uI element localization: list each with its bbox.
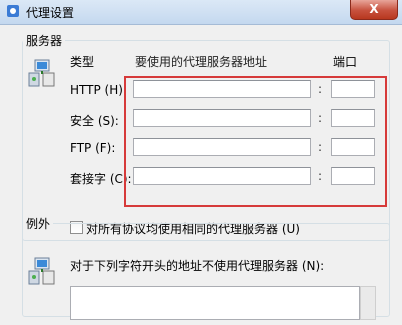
exceptions-textarea[interactable] <box>70 286 360 320</box>
socks-label: 套接字 (C): <box>70 172 132 186</box>
ftp-label: FTP (F): <box>70 141 116 155</box>
type-header: 类型 <box>70 55 95 69</box>
title-bar: 代理设置 X <box>0 0 402 25</box>
exceptions-legend: 例外 <box>26 217 51 231</box>
exceptions-scrollbar[interactable] <box>360 286 376 320</box>
highlight-box <box>124 76 387 207</box>
close-button[interactable]: X <box>350 0 398 20</box>
secure-label: 安全 (S): <box>70 114 119 128</box>
address-header: 要使用的代理服务器地址 <box>135 55 268 69</box>
window-title: 代理设置 <box>26 6 75 20</box>
settings-icon <box>7 5 19 17</box>
exceptions-icon <box>28 257 55 285</box>
http-label: HTTP (H): <box>70 83 127 97</box>
servers-legend: 服务器 <box>26 34 63 48</box>
port-header: 端口 <box>333 55 358 69</box>
network-icon <box>28 59 55 87</box>
exceptions-description: 对于下列字符开头的地址不使用代理服务器 (N): <box>70 259 325 273</box>
